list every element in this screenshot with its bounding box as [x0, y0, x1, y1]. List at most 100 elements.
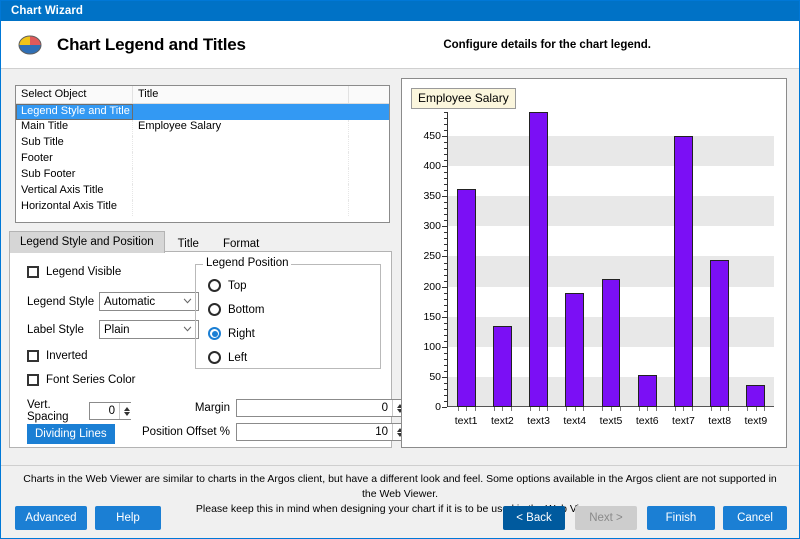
y-axis-minor-tick — [444, 323, 447, 324]
vert-spacing-stepper[interactable] — [89, 402, 131, 420]
position-offset-input[interactable] — [237, 424, 392, 440]
help-button[interactable]: Help — [95, 506, 161, 530]
tab-label: Legend Style and Position — [20, 236, 154, 248]
position-offset-stepper[interactable] — [236, 423, 404, 441]
inverted-checkbox[interactable]: Inverted — [27, 350, 88, 362]
row-object: Main Title — [16, 120, 133, 136]
y-axis-tick-mark — [442, 377, 447, 378]
x-axis-tick-label: text2 — [491, 415, 514, 427]
row-title — [133, 104, 349, 120]
chart-bar — [674, 136, 693, 407]
table-row[interactable]: Sub Footer — [16, 168, 389, 184]
row-extra — [349, 168, 389, 184]
y-axis-tick-mark — [442, 287, 447, 288]
x-axis-tick-mark — [466, 407, 467, 411]
legend-style-field: Legend Style Automatic — [27, 292, 199, 311]
table-row[interactable]: Vertical Axis Title — [16, 184, 389, 200]
y-axis-tick-label: 250 — [423, 250, 441, 262]
legend-style-select[interactable]: Automatic — [99, 292, 199, 311]
x-axis-tick-mark — [683, 407, 684, 411]
x-axis-tick-mark — [656, 407, 657, 411]
next-button: Next > — [575, 506, 637, 530]
chart-bar — [493, 326, 512, 407]
y-axis-tick-mark — [442, 226, 447, 227]
y-axis-tick-label: 200 — [423, 281, 441, 293]
y-axis-minor-tick — [444, 118, 447, 119]
label-style-select[interactable]: Plain — [99, 320, 199, 339]
y-axis-minor-tick — [444, 244, 447, 245]
row-extra — [349, 200, 389, 216]
x-axis-tick-mark — [575, 407, 576, 411]
row-extra — [349, 120, 389, 136]
y-axis-minor-tick — [444, 130, 447, 131]
row-extra — [349, 184, 389, 200]
y-axis-minor-tick — [444, 269, 447, 270]
x-axis-tick-mark — [494, 407, 495, 411]
x-axis-tick-label: text7 — [672, 415, 695, 427]
chart-bar — [565, 293, 584, 407]
x-axis-tick-label: text1 — [455, 415, 478, 427]
dividing-lines-button[interactable]: Dividing Lines — [27, 424, 115, 444]
y-axis-minor-tick — [444, 401, 447, 402]
y-axis-minor-tick — [444, 305, 447, 306]
x-axis-tick-mark — [566, 407, 567, 411]
vert-spacing-input[interactable] — [90, 403, 119, 419]
tab-title[interactable]: Title — [167, 233, 210, 254]
y-axis-minor-tick — [444, 275, 447, 276]
column-header-extra[interactable] — [349, 86, 389, 103]
x-axis-tick-mark — [720, 407, 721, 411]
legend-style-label: Legend Style — [27, 296, 99, 308]
legend-style-value: Automatic — [104, 296, 155, 308]
inverted-label: Inverted — [46, 350, 88, 362]
radio-icon — [208, 279, 221, 292]
chart-bar — [457, 189, 476, 407]
chart-plot-area — [448, 112, 774, 407]
table-row[interactable]: Main Title Employee Salary — [16, 120, 389, 136]
legend-position-group-title: Legend Position — [203, 257, 291, 269]
x-axis-tick-mark — [539, 407, 540, 411]
x-axis-tick-mark — [620, 407, 621, 411]
margin-label: Margin — [178, 402, 236, 414]
table-row[interactable]: Sub Title — [16, 136, 389, 152]
table-row[interactable]: Horizontal Axis Title — [16, 200, 389, 216]
stepper-arrows[interactable] — [119, 403, 133, 419]
label-style-field: Label Style Plain — [27, 320, 199, 339]
radio-legend-position-right[interactable]: Right — [208, 327, 255, 340]
page-header: Chart Legend and Titles Configure detail… — [1, 21, 799, 69]
y-axis-minor-tick — [444, 341, 447, 342]
caret-down-icon — [124, 412, 130, 416]
column-header-select-object[interactable]: Select Object — [16, 86, 133, 103]
x-axis-tick-mark — [764, 407, 765, 411]
radio-legend-position-left[interactable]: Left — [208, 351, 247, 364]
footer: Charts in the Web Viewer are similar to … — [1, 465, 799, 538]
finish-button[interactable]: Finish — [647, 506, 715, 530]
checkbox-icon — [27, 374, 39, 386]
vert-spacing-label: Vert. Spacing — [27, 399, 89, 423]
font-series-color-checkbox[interactable]: Font Series Color — [27, 374, 135, 386]
legend-options-panel: Legend Visible Legend Style Automatic La… — [9, 251, 392, 448]
row-title — [133, 152, 349, 168]
table-row[interactable]: Footer — [16, 152, 389, 168]
y-axis-minor-tick — [444, 124, 447, 125]
vert-spacing-field: Vert. Spacing — [27, 399, 131, 423]
margin-stepper[interactable] — [236, 399, 404, 417]
x-axis-tick-mark — [583, 407, 584, 411]
x-axis-tick-label: text8 — [708, 415, 731, 427]
x-axis-tick-mark — [502, 407, 503, 411]
margin-input[interactable] — [237, 400, 392, 416]
object-list[interactable]: Select Object Title Legend Style and Tit… — [15, 85, 390, 223]
legend-visible-checkbox[interactable]: Legend Visible — [27, 266, 121, 278]
y-axis-minor-tick — [444, 365, 447, 366]
y-axis-minor-tick — [444, 232, 447, 233]
cancel-button[interactable]: Cancel — [723, 506, 787, 530]
radio-legend-position-bottom[interactable]: Bottom — [208, 303, 264, 316]
tab-format[interactable]: Format — [212, 233, 270, 254]
column-header-title[interactable]: Title — [133, 86, 349, 103]
table-row[interactable]: Legend Style and Title — [16, 104, 389, 120]
advanced-button[interactable]: Advanced — [15, 506, 87, 530]
tab-legend-style-and-position[interactable]: Legend Style and Position — [9, 231, 165, 253]
row-object: Horizontal Axis Title — [16, 200, 133, 216]
radio-legend-position-top[interactable]: Top — [208, 279, 247, 292]
tab-label: Format — [223, 238, 259, 250]
back-button[interactable]: < Back — [503, 506, 565, 530]
